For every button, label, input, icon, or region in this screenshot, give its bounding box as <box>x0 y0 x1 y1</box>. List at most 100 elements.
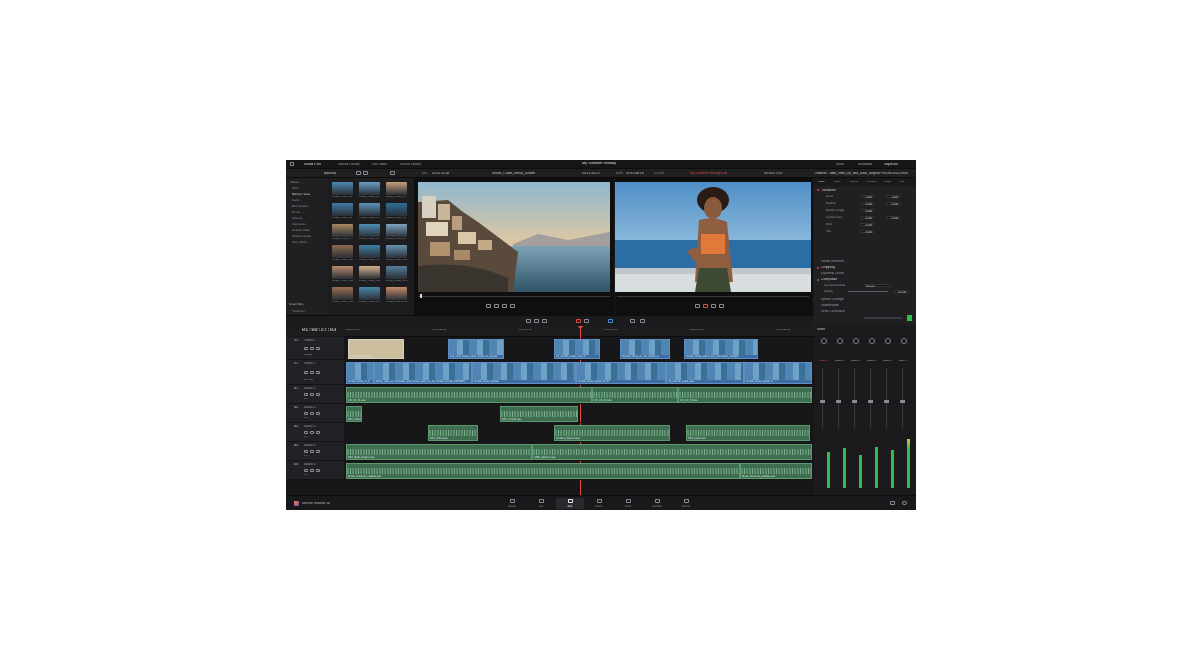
composite-enable-dot[interactable] <box>817 278 819 281</box>
smart-bin-timelines[interactable]: Timelines <box>292 309 305 313</box>
transform-field-y[interactable]: 0.000 <box>886 201 900 206</box>
fader-handle[interactable] <box>900 400 905 403</box>
tab-edit-index[interactable]: Edit Index <box>372 163 387 166</box>
video-clip[interactable]: Amalfi_Aerial_sitting_the_mountains_sunl… <box>684 339 758 359</box>
page-tab-media[interactable]: Media <box>498 498 526 509</box>
flag-icon[interactable] <box>608 319 613 323</box>
video-clip[interactable]: bicycle_riding_on_the_beach_b <box>620 339 670 359</box>
media-thumbnail[interactable] <box>332 245 353 258</box>
source-zoom[interactable]: 0% <box>422 172 427 175</box>
lock-icon[interactable] <box>304 347 308 350</box>
video-clip[interactable]: Amalfi_Coast_Sunset <box>472 362 576 384</box>
source-playhead[interactable] <box>420 294 422 298</box>
audio-clip[interactable]: VO_01_03.wav <box>678 387 812 403</box>
track-header-v1[interactable]: V1 Video 1 22 Clips <box>286 360 344 385</box>
audio-clip[interactable]: Ambient_Beach.wav <box>554 425 670 441</box>
auto-select-icon[interactable] <box>310 393 314 396</box>
inspector-tab-effects[interactable]: Effects <box>850 181 858 184</box>
link-icon[interactable] <box>584 319 589 323</box>
bin-interviews[interactable]: Interviews <box>292 222 306 226</box>
cropping-enable-dot[interactable] <box>817 266 819 269</box>
lock-icon[interactable] <box>304 431 308 434</box>
bin-name[interactable]: Balcony <box>324 172 336 175</box>
timeline-ruler[interactable]: 01:00:00:00 01:00:08:00 01:00:16:00 01:00:2… <box>344 326 814 337</box>
video-clip[interactable]: Amalfi_Coast_Aerial_S <box>744 362 812 384</box>
inspector-tab-transition[interactable]: Transition <box>866 181 877 184</box>
prev-frame-icon[interactable] <box>486 304 491 308</box>
lock-icon[interactable] <box>304 469 308 472</box>
fader-handle[interactable] <box>884 400 889 403</box>
search-icon[interactable] <box>390 171 395 175</box>
program-next-icon[interactable] <box>719 304 724 308</box>
page-tab-fairlight[interactable]: Fairlight <box>643 498 671 509</box>
composite-mode-select[interactable]: Normal <box>864 283 892 288</box>
zoom-in-icon[interactable] <box>640 319 645 323</box>
program-prev-icon[interactable] <box>695 304 700 308</box>
media-thumbnail[interactable] <box>359 224 380 237</box>
trim-tool-icon[interactable] <box>534 319 539 323</box>
transform-field-x[interactable]: 0.000 <box>860 208 874 213</box>
auto-select-icon[interactable] <box>310 347 314 350</box>
fader-track[interactable] <box>902 368 903 428</box>
track-toggle-icon[interactable] <box>316 469 320 472</box>
track-header-a2[interactable]: A2 Audio 2 2.0 <box>286 404 344 423</box>
video-clip[interactable]: Color Filter Cream <box>348 339 404 359</box>
fader-handle[interactable] <box>836 400 841 403</box>
media-thumbnail[interactable] <box>386 245 407 258</box>
opacity-field[interactable]: 100.00 <box>894 289 908 294</box>
snapping-icon[interactable] <box>576 319 581 323</box>
media-thumbnail[interactable] <box>332 182 353 195</box>
section-dynamic-zoom[interactable]: Dynamic Zoom <box>821 272 844 275</box>
tab-sound-library[interactable]: Sound Library <box>400 163 421 166</box>
program-scrubber[interactable] <box>617 296 809 297</box>
grid-view-icon[interactable] <box>356 171 361 175</box>
program-zoom[interactable]: 50% <box>616 172 623 175</box>
section-smart-reframe[interactable]: Smart Reframe <box>821 260 844 263</box>
track-header-a1[interactable]: A1 Audio 1 2.0 <box>286 385 344 404</box>
list-view-icon[interactable] <box>363 171 368 175</box>
media-thumbnail[interactable] <box>386 287 407 300</box>
play-icon[interactable] <box>502 304 507 308</box>
stop-icon[interactable] <box>494 304 499 308</box>
audio-clip[interactable]: Music_Summer_Holiday.wav <box>346 463 740 479</box>
transform-field-x[interactable]: 0.000 <box>860 222 874 227</box>
lock-icon[interactable] <box>304 371 308 374</box>
media-thumbnail[interactable] <box>386 266 407 279</box>
zoom-out-icon[interactable] <box>630 319 635 323</box>
auto-select-icon[interactable] <box>310 431 314 434</box>
track-toggle-icon[interactable] <box>316 371 320 374</box>
tab-media-pool[interactable]: Media Pool <box>304 163 321 166</box>
fader-handle[interactable] <box>820 400 825 403</box>
page-tab-cut[interactable]: Cut <box>527 498 555 509</box>
transform-enable-dot[interactable] <box>817 189 819 191</box>
track-header-a3[interactable]: A3 Audio 3 2.0 <box>286 423 344 442</box>
section-speed-change[interactable]: Speed Change <box>821 298 844 301</box>
media-thumbnail[interactable] <box>386 203 407 216</box>
media-thumbnail[interactable] <box>359 266 380 279</box>
inspector-tab-image[interactable]: Image <box>884 181 891 184</box>
bin-stock-footage[interactable]: Stock Footage <box>292 234 311 238</box>
audio-clip[interactable]: AMB_Harbour.wav <box>532 444 812 460</box>
auto-select-icon[interactable] <box>310 469 314 472</box>
bin-alms[interactable]: Alms <box>292 186 299 190</box>
audio-clip[interactable]: SFX_Gulls.wav <box>686 425 810 441</box>
auto-select-icon[interactable] <box>310 450 314 453</box>
next-frame-icon[interactable] <box>510 304 515 308</box>
pan-knob[interactable] <box>853 338 859 344</box>
audio-clip[interactable]: SFX_Boat_Engine.wav <box>346 444 532 460</box>
bin-holiday-shell[interactable]: Holiday Shell <box>292 228 310 232</box>
media-thumbnail[interactable] <box>359 245 380 258</box>
track-toggle-icon[interactable] <box>316 347 320 350</box>
tab-metadata[interactable]: Metadata <box>858 163 872 166</box>
media-thumbnail[interactable] <box>332 266 353 279</box>
inspector-tab-file[interactable]: File <box>900 181 904 184</box>
track-header-a5[interactable]: A5 Audio 5 2.0 <box>286 461 344 480</box>
layout-icon[interactable] <box>290 162 294 166</box>
audio-clip[interactable]: SFX_Waves.wav <box>346 406 362 422</box>
bin-airports[interactable]: Airports <box>292 216 302 220</box>
media-thumbnail[interactable] <box>386 182 407 195</box>
track-header-v2[interactable]: V2 Video 2 4 Clips <box>286 337 344 360</box>
video-clip[interactable]: sea_view_sitting_sand_aerial_hz_sunset <box>448 339 504 359</box>
audio-level-slider[interactable] <box>864 317 902 319</box>
blade-tool-icon[interactable] <box>542 319 547 323</box>
